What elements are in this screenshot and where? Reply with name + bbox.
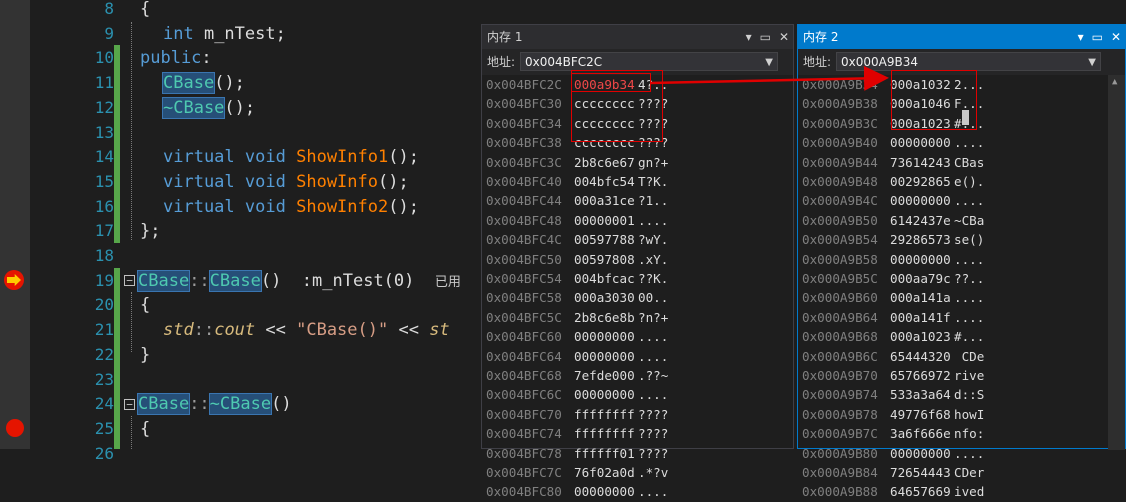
memory-row[interactable]: 0x000A9B88 64657669 ived bbox=[802, 482, 984, 501]
memory-ascii: .*?v bbox=[638, 465, 669, 480]
memory-address: 0x004BFC7C bbox=[486, 465, 562, 480]
memory-address: 0x000A9B88 bbox=[802, 484, 878, 500]
memory-ascii: CDer bbox=[954, 465, 985, 480]
memory-address: 0x000A9B84 bbox=[802, 465, 878, 480]
memory-row[interactable]: 0x000A9B84 72654443 CDer bbox=[802, 463, 984, 482]
memory-row[interactable]: 0x004BFC7C 76f02a0d .*?v bbox=[486, 463, 668, 482]
memory-value[interactable]: 64657669 bbox=[890, 482, 954, 501]
memory-value[interactable]: 76f02a0d bbox=[574, 463, 638, 482]
memory-address: 0x004BFC80 bbox=[486, 484, 562, 500]
memory-ascii: .... bbox=[638, 484, 669, 500]
memory-value[interactable]: 72654443 bbox=[890, 463, 954, 482]
annotation-arrow bbox=[649, 65, 889, 91]
memory-value[interactable]: 00000000 bbox=[574, 482, 638, 501]
memory-ascii: ived bbox=[954, 484, 985, 500]
memory-row[interactable]: 0x004BFC80 00000000.... bbox=[486, 482, 668, 501]
